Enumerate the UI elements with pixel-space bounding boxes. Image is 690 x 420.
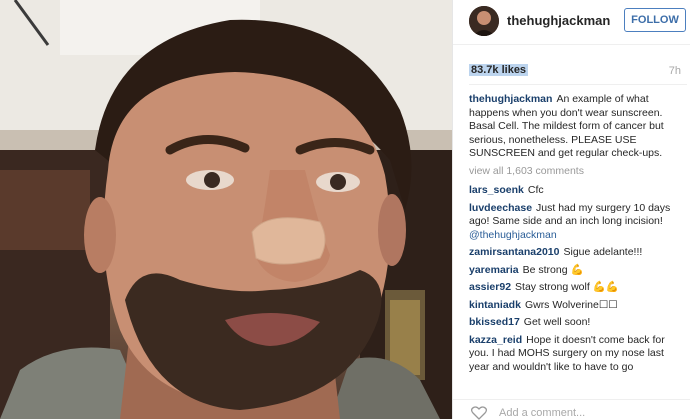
- comment: bkissed17 Get well soon!: [469, 316, 687, 330]
- likes-count[interactable]: 83.7k likes: [469, 64, 529, 76]
- comment-text: Be strong 💪: [522, 263, 584, 276]
- divider: [469, 84, 687, 85]
- comment-username[interactable]: yaremaria: [469, 264, 519, 276]
- comment: lars_soenk Cfc: [469, 184, 687, 198]
- avatar-icon[interactable]: [469, 6, 499, 36]
- post-age: 7h: [668, 65, 681, 77]
- comment: zamirsantana2010 Sigue adelante!!!: [469, 246, 687, 260]
- caption-username[interactable]: thehughjackman: [469, 93, 552, 105]
- comment-username[interactable]: luvdeechase: [469, 202, 532, 214]
- post-photo[interactable]: [0, 0, 452, 419]
- follow-button[interactable]: FOLLOW: [624, 8, 686, 32]
- post-header: thehughjackman FOLLOW: [453, 0, 690, 45]
- comment: assier92 Stay strong wolf 💪💪: [469, 281, 687, 295]
- likes-row: 83.7k likes 7h: [453, 62, 690, 82]
- comment: kazza_reid Hope it doesn't come back for …: [469, 334, 687, 375]
- portrait-illustration: [0, 0, 452, 419]
- comment-username[interactable]: zamirsantana2010: [469, 246, 559, 258]
- comment-username[interactable]: kazza_reid: [469, 334, 522, 346]
- view-all-comments-link[interactable]: view all 1,603 comments: [469, 165, 687, 179]
- comment-text: Gwrs Wolverine☐☐: [524, 298, 618, 311]
- comment-text: Get well soon!: [523, 316, 591, 328]
- post-sidebar: thehughjackman FOLLOW 83.7k likes 7h the…: [452, 0, 690, 420]
- heart-icon[interactable]: [471, 406, 487, 420]
- add-comment-row: Add a comment...: [453, 399, 690, 420]
- comment: luvdeechase Just had my surgery 10 days a…: [469, 202, 687, 243]
- comment-username[interactable]: kintaniadk: [469, 299, 521, 311]
- caption: thehughjackman An example of what happens…: [469, 93, 687, 161]
- comments-list: thehughjackman An example of what happens…: [469, 93, 687, 389]
- comment-text: Cfc: [527, 184, 544, 196]
- comment-mention[interactable]: @thehughjackman: [469, 229, 557, 241]
- comment: kintaniadk Gwrs Wolverine☐☐: [469, 299, 687, 313]
- comment: yaremaria Be strong 💪: [469, 264, 687, 278]
- comment-username[interactable]: bkissed17: [469, 316, 520, 328]
- add-comment-input[interactable]: Add a comment...: [499, 407, 585, 419]
- comment-text: Sigue adelante!!!: [563, 246, 643, 258]
- header-username[interactable]: thehughjackman: [507, 13, 610, 28]
- comment-text: Stay strong wolf 💪💪: [515, 281, 619, 293]
- comment-username[interactable]: lars_soenk: [469, 184, 524, 196]
- comment-username[interactable]: assier92: [469, 281, 511, 293]
